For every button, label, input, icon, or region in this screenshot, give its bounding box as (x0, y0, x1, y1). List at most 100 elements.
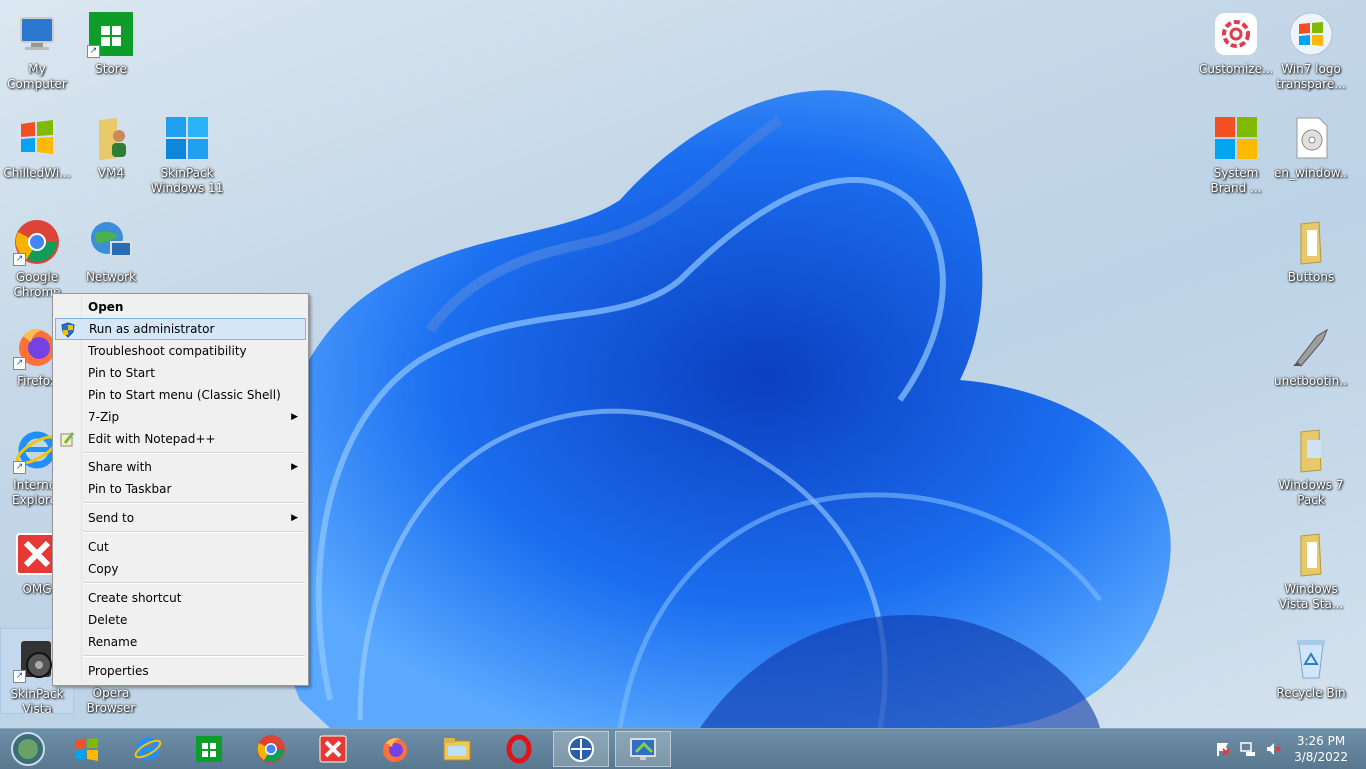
windows-flag-icon (13, 114, 61, 162)
desktop-icon-label: en_window... (1274, 166, 1348, 180)
desktop-icon-unetbootin[interactable]: unetbootin... (1274, 316, 1348, 412)
internet-explorer-icon (134, 737, 162, 761)
taskbar-item-chrome[interactable] (243, 731, 299, 767)
desktop-icon-my-computer[interactable]: My Computer (0, 4, 74, 100)
menu-item-edit-with-notepad[interactable]: Edit with Notepad++ (55, 428, 306, 450)
menu-item-open[interactable]: Open (55, 296, 306, 318)
desktop-icon-label: My Computer (7, 62, 67, 91)
menu-item-pin-to-start-classic-shell[interactable]: Pin to Start menu (Classic Shell) (55, 384, 306, 406)
chrome-icon: ↗ (13, 218, 61, 266)
desktop-icon-recycle-bin[interactable]: Recycle Bin (1274, 628, 1348, 714)
taskbar-item-omg[interactable] (305, 731, 361, 767)
desktop-icon-label: Buttons (1287, 270, 1335, 284)
network-tray-icon[interactable] (1240, 741, 1256, 757)
context-menu: Open Run as administrator Troubleshoot c… (52, 293, 309, 686)
desktop-icon-label: Customize... (1199, 62, 1273, 76)
menu-item-label: Pin to Taskbar (88, 482, 172, 496)
taskbar-item-display-settings[interactable] (615, 731, 671, 767)
menu-item-cut[interactable]: Cut (55, 536, 306, 558)
desktop-icon-customize[interactable]: Customize... (1199, 4, 1273, 100)
clock-time: 3:26 PM (1296, 734, 1346, 748)
shortcut-arrow-icon: ↗ (13, 670, 26, 683)
desktop-icon-label: System Brand ... (1210, 166, 1262, 195)
start-orb-icon (11, 732, 45, 766)
chrome-icon (257, 735, 285, 763)
submenu-arrow-icon: ▶ (291, 412, 298, 422)
recycle-bin-icon (1287, 634, 1335, 682)
menu-item-label: Send to (88, 511, 135, 525)
network-icon (87, 218, 135, 266)
action-center-flag-icon[interactable] (1215, 741, 1231, 757)
folder-icon (1287, 530, 1335, 578)
store-icon (196, 736, 222, 762)
menu-item-label: Share with (88, 460, 152, 474)
windows-logo-icon (1212, 114, 1260, 162)
menu-item-run-as-administrator[interactable]: Run as administrator (55, 318, 306, 340)
menu-item-share-with[interactable]: Share with ▶ (55, 456, 306, 478)
start-button[interactable] (0, 731, 56, 767)
desktop-icon-label: SkinPack Vista (10, 687, 64, 713)
red-x-icon (319, 735, 347, 763)
desktop-icon-system-brand[interactable]: System Brand ... (1199, 108, 1273, 204)
store-icon: ↗ (87, 10, 135, 58)
taskbar-clock[interactable]: 3:26 PM 3/8/2022 (1294, 733, 1348, 765)
menu-item-label: Create shortcut (88, 591, 182, 605)
desktop-icon-label: unetbootin... (1274, 374, 1348, 388)
menu-item-label: Pin to Start (88, 366, 155, 380)
menu-item-label: Cut (88, 540, 109, 554)
desktop-icon-chilledwi[interactable]: ChilledWi... (0, 108, 74, 204)
menu-item-label: 7-Zip (88, 410, 120, 424)
menu-item-label: Delete (88, 613, 128, 627)
desktop-icon-buttons[interactable]: Buttons (1274, 212, 1348, 308)
taskbar-item-store[interactable] (181, 731, 237, 767)
menu-item-copy[interactable]: Copy (55, 558, 306, 580)
taskbar-item-file-explorer[interactable] (429, 731, 485, 767)
menu-item-label: Troubleshoot compatibility (88, 344, 247, 358)
menu-item-create-shortcut[interactable]: Create shortcut (55, 587, 306, 609)
submenu-arrow-icon: ▶ (291, 462, 298, 472)
desktop-icon-label: Windows Vista Sta... (1278, 582, 1344, 611)
menu-item-pin-to-taskbar[interactable]: Pin to Taskbar (55, 478, 306, 500)
shortcut-arrow-icon: ↗ (87, 45, 100, 58)
shortcut-arrow-icon: ↗ (13, 253, 26, 266)
menu-item-troubleshoot-compatibility[interactable]: Troubleshoot compatibility (55, 340, 306, 362)
menu-item-properties[interactable]: Properties (55, 660, 306, 682)
menu-separator (83, 655, 305, 657)
taskbar-item-classic-shell[interactable] (553, 731, 609, 767)
firefox-icon (383, 738, 407, 762)
folder-icon (1287, 426, 1335, 474)
desktop-icon-en-windows[interactable]: en_window... (1274, 108, 1348, 204)
menu-item-label: Pin to Start menu (Classic Shell) (88, 388, 281, 402)
desktop-icon-win7-logo[interactable]: Win7 logo transpare... (1274, 4, 1348, 100)
taskbar-item-windows[interactable] (58, 731, 114, 767)
desktop-icon-label: Windows 7 Pack (1278, 478, 1344, 507)
desktop-icon-vm4[interactable]: VM4 (74, 108, 148, 204)
taskbar-item-firefox[interactable] (367, 731, 423, 767)
shortcut-arrow-icon: ↗ (13, 357, 26, 370)
taskbar-item-internet-explorer[interactable] (120, 731, 176, 767)
menu-item-7zip[interactable]: 7-Zip ▶ (55, 406, 306, 428)
menu-item-label: Open (88, 300, 124, 314)
desktop-icon-label: VM4 (97, 166, 125, 180)
win7-logo-icon (1287, 10, 1335, 58)
menu-item-label: Run as administrator (89, 322, 215, 336)
menu-item-send-to[interactable]: Send to ▶ (55, 507, 306, 529)
menu-item-label: Rename (88, 635, 138, 649)
menu-separator (83, 502, 305, 504)
clock-date: 3/8/2022 (1294, 750, 1348, 764)
desktop-icon-store[interactable]: ↗ Store (74, 4, 148, 100)
gear-icon (1212, 10, 1260, 58)
menu-item-pin-to-start[interactable]: Pin to Start (55, 362, 306, 384)
classic-shell-icon (568, 736, 594, 762)
desktop-icon-skinpack-windows11[interactable]: SkinPack Windows 11 (150, 108, 224, 204)
desktop-icon-windows7-pack[interactable]: Windows 7 Pack (1274, 420, 1348, 516)
menu-item-delete[interactable]: Delete (55, 609, 306, 631)
desktop-icon-label: Recycle Bin (1276, 686, 1346, 700)
menu-item-rename[interactable]: Rename (55, 631, 306, 653)
user-folder-icon (87, 114, 135, 162)
taskbar-item-opera[interactable] (491, 731, 547, 767)
desktop-icon-windows-vista-sta[interactable]: Windows Vista Sta... (1274, 524, 1348, 620)
folder-icon (1287, 218, 1335, 266)
volume-muted-icon[interactable] (1265, 741, 1281, 757)
uac-shield-icon (60, 322, 76, 338)
